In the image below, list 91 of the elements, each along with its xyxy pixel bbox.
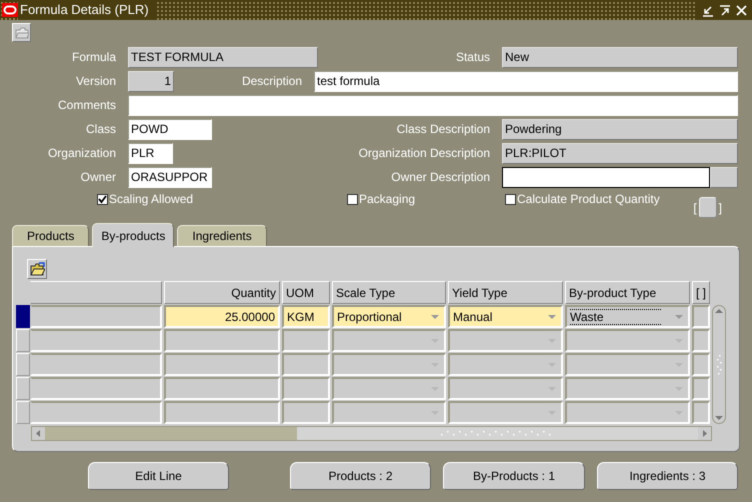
table-cell[interactable] [164, 401, 280, 424]
field-label: Class [84, 122, 117, 136]
input-field[interactable]: test formula [314, 70, 738, 92]
field-label: Description [240, 74, 303, 88]
caret-icon [673, 312, 685, 320]
dropdown-field[interactable] [565, 401, 690, 424]
table-cell[interactable] [164, 353, 280, 376]
input-field[interactable]: ORASUPPOR [128, 166, 212, 188]
field-label: Owner Description [390, 170, 491, 184]
dropdown-field[interactable] [565, 353, 690, 376]
dropdown-field[interactable]: Waste [565, 305, 690, 328]
input-field[interactable]: Powdering [502, 118, 738, 140]
input-field[interactable]: POWD [128, 118, 212, 140]
table-cell[interactable] [282, 401, 330, 424]
caret-icon [429, 312, 441, 320]
dropdown-field[interactable]: Manual [448, 305, 563, 328]
field-label: Comments [56, 98, 117, 112]
input-field[interactable] [128, 94, 738, 116]
table-cell[interactable] [30, 353, 162, 376]
vertical-scrollbar[interactable] [712, 305, 726, 424]
folder-icon [14, 26, 28, 39]
dropdown-field[interactable] [332, 329, 446, 352]
field-label: Organization [46, 146, 117, 160]
input-field[interactable] [502, 166, 710, 188]
dropdown-field[interactable] [332, 377, 446, 400]
flexfield-button[interactable] [698, 197, 717, 218]
action-button[interactable]: Edit Line [88, 462, 229, 490]
column-header: Yield Type [448, 281, 563, 304]
input-field[interactable]: TEST FORMULA [128, 46, 318, 68]
table-cell[interactable] [692, 353, 710, 376]
tab[interactable]: By-products [92, 223, 174, 247]
app-icon [2, 3, 18, 17]
dropdown-field[interactable]: Proportional [332, 305, 446, 328]
table-cell[interactable] [30, 377, 162, 400]
input-field[interactable]: PLR:PILOT [502, 142, 738, 164]
action-button[interactable]: By-Products : 1 [443, 462, 585, 490]
tab[interactable]: Products [12, 225, 90, 246]
tab[interactable]: Ingredients [177, 225, 267, 246]
minimize-icon[interactable] [701, 4, 714, 16]
dropdown-field[interactable] [565, 377, 690, 400]
open-folder-button[interactable] [27, 259, 47, 279]
input-field[interactable]: 1 [128, 70, 174, 92]
table-cell[interactable] [282, 353, 330, 376]
table-cell[interactable] [692, 377, 710, 400]
bracket: [ [693, 200, 697, 214]
table-cell[interactable] [692, 329, 710, 352]
field-label: Formula [70, 50, 117, 64]
horizontal-scrollbar[interactable] [31, 426, 712, 441]
close-icon[interactable] [735, 4, 748, 16]
table-cell[interactable]: 25.00000 [164, 305, 280, 328]
maximize-icon[interactable] [718, 4, 731, 16]
scroll-up-icon [714, 306, 724, 316]
column-header: UOM [282, 281, 330, 304]
table-cell[interactable] [30, 305, 162, 328]
folder-icon [30, 262, 44, 276]
window-title: Formula Details (PLR) [18, 0, 155, 20]
action-button[interactable]: Ingredients : 3 [597, 462, 738, 490]
field-label: Organization Description [358, 146, 491, 160]
field-label: Owner [80, 170, 117, 184]
action-button[interactable]: Products : 2 [290, 462, 431, 490]
scroll-down-icon [714, 413, 724, 423]
column-header: Quantity [164, 281, 280, 304]
input-field[interactable]: New [502, 46, 738, 68]
dropdown-field[interactable] [448, 401, 563, 424]
dropdown-field[interactable] [565, 329, 690, 352]
input-field[interactable]: PLR [128, 142, 173, 164]
column-header: By-product Type [565, 281, 690, 304]
column-header: [ ] [692, 281, 710, 304]
table-cell[interactable] [30, 401, 162, 424]
checkbox-label: Packaging [359, 192, 416, 206]
dropdown-field[interactable] [448, 329, 563, 352]
field-label: Class Description [396, 122, 491, 136]
grip-icon [716, 354, 722, 376]
table-cell[interactable] [30, 329, 162, 352]
column-header: Scale Type [332, 281, 446, 304]
table-cell[interactable]: KGM [282, 305, 330, 328]
table-cell[interactable] [164, 329, 280, 352]
dropdown-field[interactable] [448, 353, 563, 376]
table-cell[interactable] [282, 377, 330, 400]
table-cell[interactable] [282, 329, 330, 352]
table-cell[interactable] [164, 377, 280, 400]
table-cell[interactable] [692, 401, 710, 424]
field-label: Status [454, 50, 491, 64]
caret-icon [546, 312, 558, 320]
bracket: ] [718, 200, 722, 214]
table-cell[interactable] [692, 305, 710, 328]
dropdown-field[interactable] [332, 353, 446, 376]
dropdown-field[interactable] [448, 377, 563, 400]
field-label: Version [74, 74, 117, 88]
dropdown-field[interactable] [332, 401, 446, 424]
list-button[interactable] [710, 166, 738, 188]
